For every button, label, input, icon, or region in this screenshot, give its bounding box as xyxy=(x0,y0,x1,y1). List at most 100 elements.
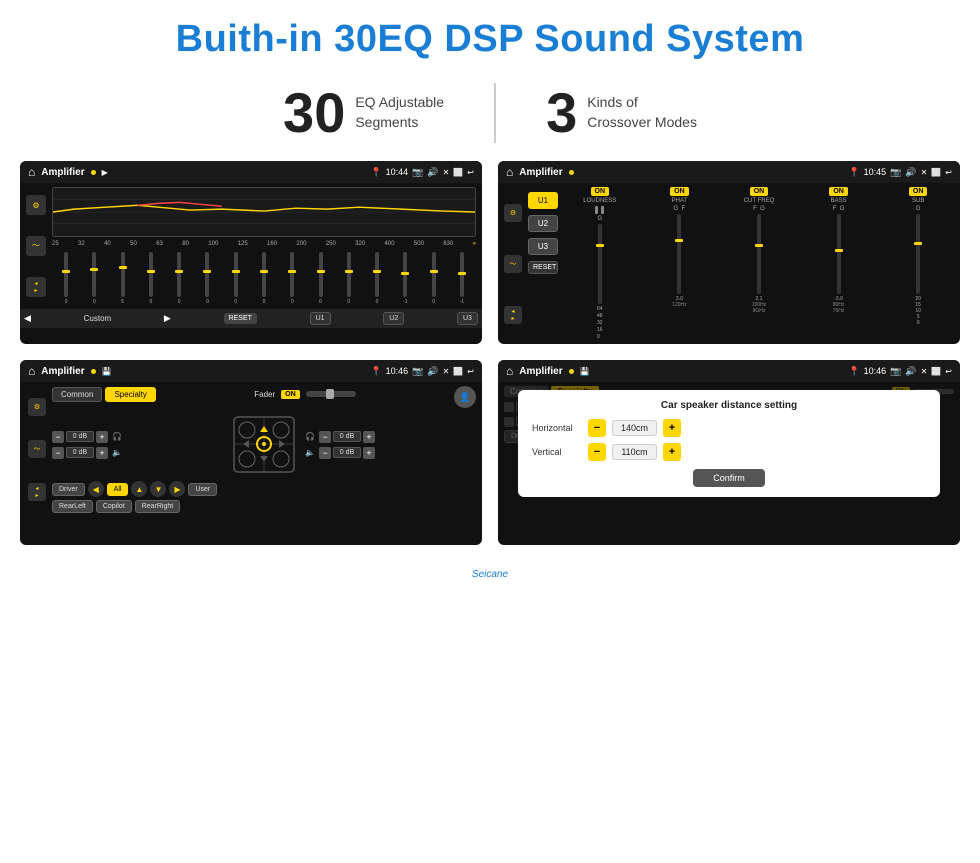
confirm-btn[interactable]: Confirm xyxy=(693,469,765,487)
close-icon[interactable]: ✕ xyxy=(443,168,450,177)
crossover-vol-btn[interactable]: ◂▸ xyxy=(504,306,522,324)
eq-reset-btn[interactable]: RESET xyxy=(224,313,257,324)
fader-thumb[interactable] xyxy=(326,389,334,399)
home-icon-3[interactable]: ⌂ xyxy=(28,364,35,378)
horizontal-minus-btn[interactable]: − xyxy=(588,419,606,437)
nav-down-btn[interactable]: ▼ xyxy=(150,481,166,497)
crossover-reset-btn[interactable]: RESET xyxy=(528,261,558,274)
eq-settings-btn[interactable]: ⚙ xyxy=(26,195,46,215)
home-icon-4[interactable]: ⌂ xyxy=(506,364,513,378)
slider-track-11[interactable] xyxy=(347,252,351,297)
tab-common-3[interactable]: Common xyxy=(52,387,102,402)
cutfreq-slider[interactable] xyxy=(757,214,761,294)
slider-track-6[interactable] xyxy=(205,252,209,297)
db-plus-topright[interactable]: + xyxy=(363,431,375,443)
volume-icon-4[interactable]: 🔊 xyxy=(905,366,916,377)
db-plus-topleft[interactable]: + xyxy=(96,431,108,443)
crossover-settings-btn[interactable]: ⚙ xyxy=(504,204,522,222)
speaker-wave-btn[interactable]: 〜 xyxy=(28,440,46,458)
back-icon-3[interactable]: ↩ xyxy=(467,367,474,376)
eq-u1-btn[interactable]: U1 xyxy=(310,312,331,325)
camera-icon-2[interactable]: 📷 xyxy=(890,167,901,178)
nav-up-btn[interactable]: ▲ xyxy=(131,481,147,497)
back-icon-4[interactable]: ↩ xyxy=(945,367,952,376)
play-icon[interactable]: ▶ xyxy=(102,168,108,177)
slider-thumb-7[interactable] xyxy=(232,270,240,273)
close-icon-4[interactable]: ✕ xyxy=(921,367,928,376)
home-icon-2[interactable]: ⌂ xyxy=(506,165,513,179)
eq-vol-btn[interactable]: ◂▸ xyxy=(26,277,46,297)
loc-rearleft-btn[interactable]: RearLeft xyxy=(52,500,93,513)
slider-track-13[interactable] xyxy=(403,252,407,297)
slider-thumb-6[interactable] xyxy=(203,270,211,273)
bass-thumb[interactable] xyxy=(835,249,843,252)
slider-thumb-13[interactable] xyxy=(401,272,409,275)
slider-thumb-5[interactable] xyxy=(175,270,183,273)
preset-u1[interactable]: U1 xyxy=(528,192,558,209)
db-plus-bottomright[interactable]: + xyxy=(363,447,375,459)
slider-track-4[interactable] xyxy=(149,252,153,297)
fader-track[interactable] xyxy=(306,391,356,397)
screen-icon-2[interactable]: ⬜ xyxy=(931,168,941,177)
eq-next-btn[interactable]: ▶ xyxy=(164,313,171,324)
slider-thumb-3[interactable] xyxy=(119,266,127,269)
camera-icon[interactable]: 📷 xyxy=(412,167,423,178)
sub-thumb[interactable] xyxy=(914,242,922,245)
slider-track-10[interactable] xyxy=(319,252,323,297)
home-icon[interactable]: ⌂ xyxy=(28,165,35,179)
close-icon-2[interactable]: ✕ xyxy=(921,168,928,177)
slider-thumb-4[interactable] xyxy=(147,270,155,273)
eq-u2-btn[interactable]: U2 xyxy=(383,312,404,325)
slider-track-1[interactable] xyxy=(64,252,68,297)
phat-thumb[interactable] xyxy=(675,239,683,242)
slider-thumb-1[interactable] xyxy=(62,270,70,273)
bass-slider[interactable] xyxy=(837,214,841,294)
loc-all-btn[interactable]: All xyxy=(107,483,129,496)
tab-specialty-3[interactable]: Specialty xyxy=(105,387,155,402)
screen-icon-4[interactable]: ⬜ xyxy=(931,367,941,376)
close-icon-3[interactable]: ✕ xyxy=(443,367,450,376)
eq-wave-btn[interactable]: 〜 xyxy=(26,236,46,256)
loudness-thumb[interactable] xyxy=(596,244,604,247)
slider-thumb-14[interactable] xyxy=(430,270,438,273)
slider-track-8[interactable] xyxy=(262,252,266,297)
slider-track-2[interactable] xyxy=(92,252,96,297)
db-plus-bottomleft[interactable]: + xyxy=(96,447,108,459)
back-icon[interactable]: ↩ xyxy=(467,168,474,177)
slider-track-5[interactable] xyxy=(177,252,181,297)
preset-u2[interactable]: U2 xyxy=(528,215,558,232)
slider-track-12[interactable] xyxy=(375,252,379,297)
slider-thumb-9[interactable] xyxy=(288,270,296,273)
camera-icon-4[interactable]: 📷 xyxy=(890,366,901,377)
loc-user-btn[interactable]: User xyxy=(188,483,217,496)
nav-right-btn[interactable]: ▶ xyxy=(169,481,185,497)
slider-thumb-11[interactable] xyxy=(345,270,353,273)
horizontal-plus-btn[interactable]: + xyxy=(663,419,681,437)
screen-icon[interactable]: ⬜ xyxy=(453,168,463,177)
volume-icon-2[interactable]: 🔊 xyxy=(905,167,916,178)
camera-icon-3[interactable]: 📷 xyxy=(412,366,423,377)
vertical-minus-btn[interactable]: − xyxy=(588,443,606,461)
slider-track-14[interactable] xyxy=(432,252,436,297)
eq-prev-btn[interactable]: ◀ xyxy=(24,313,31,324)
slider-thumb-8[interactable] xyxy=(260,270,268,273)
db-minus-topright[interactable]: − xyxy=(319,431,331,443)
db-minus-topleft[interactable]: − xyxy=(52,431,64,443)
expand-icon[interactable]: » xyxy=(473,241,476,247)
slider-thumb-12[interactable] xyxy=(373,270,381,273)
slider-thumb-2[interactable] xyxy=(90,268,98,271)
crossover-wave-btn[interactable]: 〜 xyxy=(504,255,522,273)
speaker-settings-btn[interactable]: ⚙ xyxy=(28,398,46,416)
cutfreq-thumb[interactable] xyxy=(755,244,763,247)
sub-slider[interactable] xyxy=(916,214,920,294)
slider-thumb-10[interactable] xyxy=(317,270,325,273)
slider-track-15[interactable] xyxy=(460,252,464,297)
save-icon-4[interactable]: 💾 xyxy=(580,367,590,376)
nav-left-btn[interactable]: ◀ xyxy=(88,481,104,497)
speaker-vol-btn[interactable]: ◂▸ xyxy=(28,483,46,501)
screen-icon-3[interactable]: ⬜ xyxy=(453,367,463,376)
slider-track-9[interactable] xyxy=(290,252,294,297)
db-minus-bottomleft[interactable]: − xyxy=(52,447,64,459)
loc-driver-btn[interactable]: Driver xyxy=(52,483,85,496)
loc-rearright-btn[interactable]: RearRight xyxy=(135,500,181,513)
